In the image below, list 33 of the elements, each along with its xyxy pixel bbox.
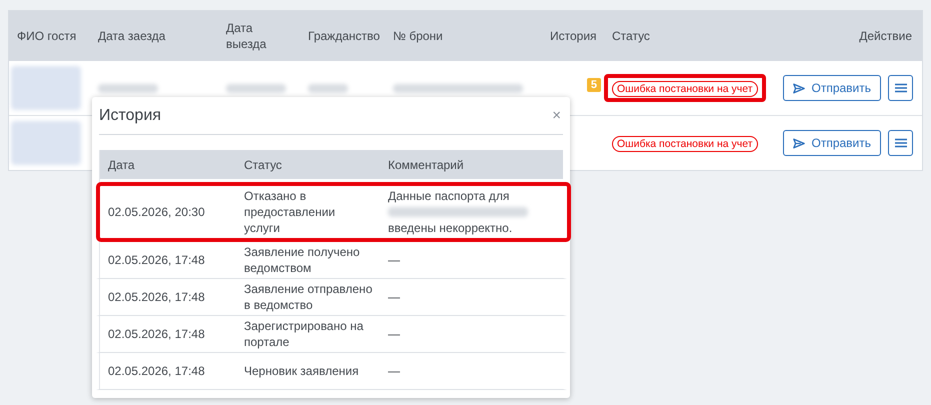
popup-title: История bbox=[99, 106, 162, 124]
table-cell-text: — bbox=[387, 289, 401, 305]
table-cell-text: — bbox=[387, 252, 401, 268]
column-header: Дата заезда bbox=[97, 28, 166, 44]
table-cell-text: 02.05.2026, 17:48 bbox=[107, 289, 206, 305]
table-cell-text: Зарегистрировано на портале bbox=[243, 318, 364, 350]
table-cell-text: Заявление отправлено в ведомство bbox=[243, 281, 374, 313]
send-button[interactable]: Отправить bbox=[783, 130, 881, 156]
column-header: № брони bbox=[392, 28, 444, 44]
table-cell-text: Отказано в предоставлении услуги bbox=[243, 188, 336, 236]
column-header: Статус bbox=[611, 28, 651, 44]
table-cell-text: 02.05.2026, 20:30 bbox=[107, 204, 206, 220]
column-header: Действие bbox=[858, 28, 913, 44]
column-header: Дата bbox=[107, 156, 136, 172]
send-button[interactable]: Отправить bbox=[783, 75, 881, 101]
table-cell-text: 02.05.2026, 17:48 bbox=[107, 252, 206, 268]
table-cell-text: Черновик заявления bbox=[243, 363, 360, 379]
close-button[interactable]: × bbox=[550, 107, 563, 124]
table-cell: введены некорректно. bbox=[388, 220, 512, 236]
table-cell-text: Заявление получено ведомством bbox=[243, 244, 361, 276]
column-header: Дата выезда bbox=[225, 20, 268, 52]
table-cell: Данные паспорта для bbox=[388, 188, 510, 204]
column-header: История bbox=[549, 28, 598, 44]
status-badge: Ошибка постановки на учет bbox=[612, 136, 758, 152]
column-header: ФИО гостя bbox=[16, 28, 78, 44]
table-cell-text: — bbox=[387, 326, 401, 342]
column-header: Статус bbox=[243, 156, 283, 172]
status-badge: Ошибка постановки на учет bbox=[612, 81, 758, 97]
column-header: Комментарий bbox=[387, 156, 465, 172]
table-cell-text: — bbox=[387, 363, 401, 379]
column-header: Гражданство bbox=[307, 28, 381, 44]
table-cell-text: 02.05.2026, 17:48 bbox=[107, 326, 206, 342]
table-cell-text: 02.05.2026, 17:48 bbox=[107, 363, 206, 379]
